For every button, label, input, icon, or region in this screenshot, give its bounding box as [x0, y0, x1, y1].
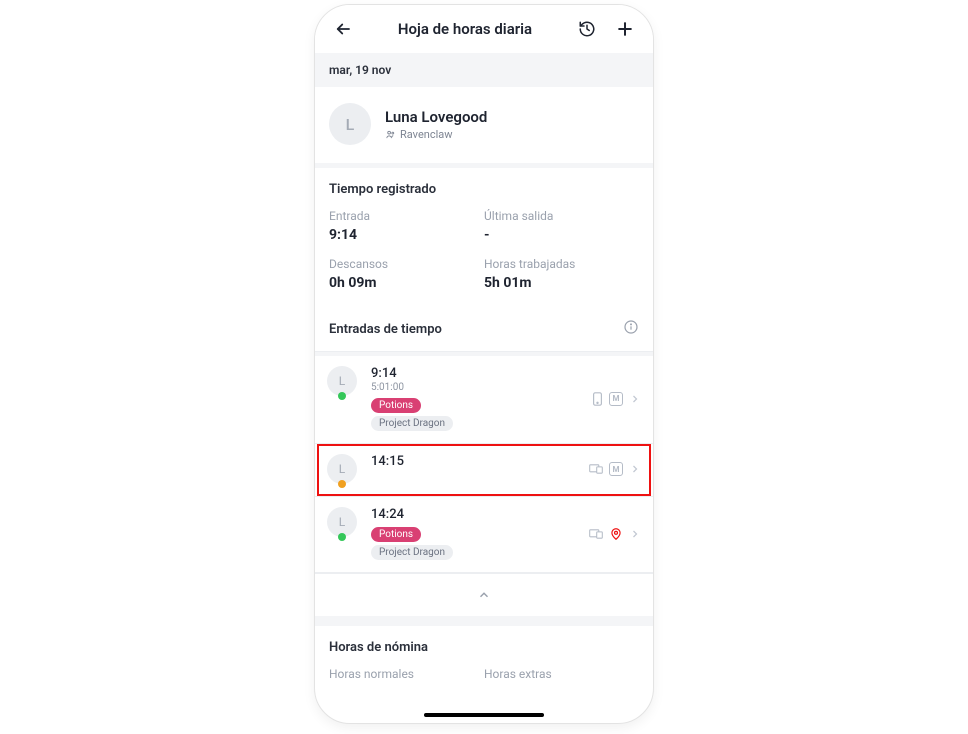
entries-header: Entradas de tiempo [315, 307, 653, 352]
entrada-value: 9:14 [329, 227, 484, 243]
entry-duration: 5:01:00 [371, 382, 592, 393]
entrada-label: Entrada [329, 209, 484, 223]
activity-tag: Potions [371, 398, 421, 413]
status-dot-orange [338, 480, 346, 488]
payroll-section: Horas de nómina Horas normales Horas ext… [315, 616, 653, 687]
time-entry[interactable]: L 14:15 M [315, 444, 653, 497]
activity-tag: Potions [371, 527, 421, 542]
entry-time: 14:15 [371, 454, 589, 469]
chevron-right-icon [629, 528, 641, 540]
salida-label: Última salida [484, 209, 639, 223]
extra-hours-label: Horas extras [484, 667, 639, 681]
m-badge: M [609, 462, 623, 476]
time-entry[interactable]: L 9:14 5:01:00 Potions Project Dragon M [315, 356, 653, 444]
entry-avatar: L [327, 366, 357, 396]
chevron-right-icon [629, 463, 641, 475]
profile-team: Ravenclaw [385, 128, 487, 141]
info-icon[interactable] [623, 319, 639, 339]
registered-title: Tiempo registrado [315, 168, 653, 207]
entries-title: Entradas de tiempo [329, 322, 442, 337]
location-pin-icon [609, 527, 623, 541]
app-header: Hoja de horas diaria [315, 5, 653, 53]
salida-value: - [484, 227, 639, 243]
payroll-title: Horas de nómina [329, 640, 639, 655]
entry-avatar: L [327, 507, 357, 537]
back-button[interactable] [329, 15, 357, 43]
normal-hours-label: Horas normales [329, 667, 484, 681]
trabajadas-label: Horas trabajadas [484, 257, 639, 271]
home-indicator [424, 713, 544, 717]
entry-time: 9:14 [371, 366, 592, 381]
history-button[interactable] [573, 15, 601, 43]
avatar: L [329, 103, 371, 145]
status-dot-green [338, 392, 346, 400]
registered-grid: Entrada 9:14 Última salida - Descansos 0… [315, 207, 653, 307]
device-icon [589, 528, 603, 540]
status-dot-green [338, 533, 346, 541]
entry-avatar: L [327, 454, 357, 484]
phone-icon [592, 392, 603, 406]
profile-name: Luna Lovegood [385, 108, 487, 126]
project-tag: Project Dragon [371, 545, 453, 560]
project-tag: Project Dragon [371, 416, 453, 431]
device-icon [589, 463, 603, 475]
m-badge: M [609, 392, 623, 406]
entry-time: 14:24 [371, 507, 589, 522]
profile-card: L Luna Lovegood Ravenclaw [315, 87, 653, 168]
time-entry[interactable]: L 14:24 Potions Project Dragon [315, 497, 653, 573]
descansos-value: 0h 09m [329, 275, 484, 291]
chevron-right-icon [629, 393, 641, 405]
chevron-up-icon [477, 588, 491, 602]
date-bar: mar, 19 nov [315, 53, 653, 87]
trabajadas-value: 5h 01m [484, 275, 639, 291]
descansos-label: Descansos [329, 257, 484, 271]
page-title: Hoja de horas diaria [398, 20, 532, 38]
collapse-toggle[interactable] [315, 573, 653, 616]
add-button[interactable] [611, 15, 639, 43]
